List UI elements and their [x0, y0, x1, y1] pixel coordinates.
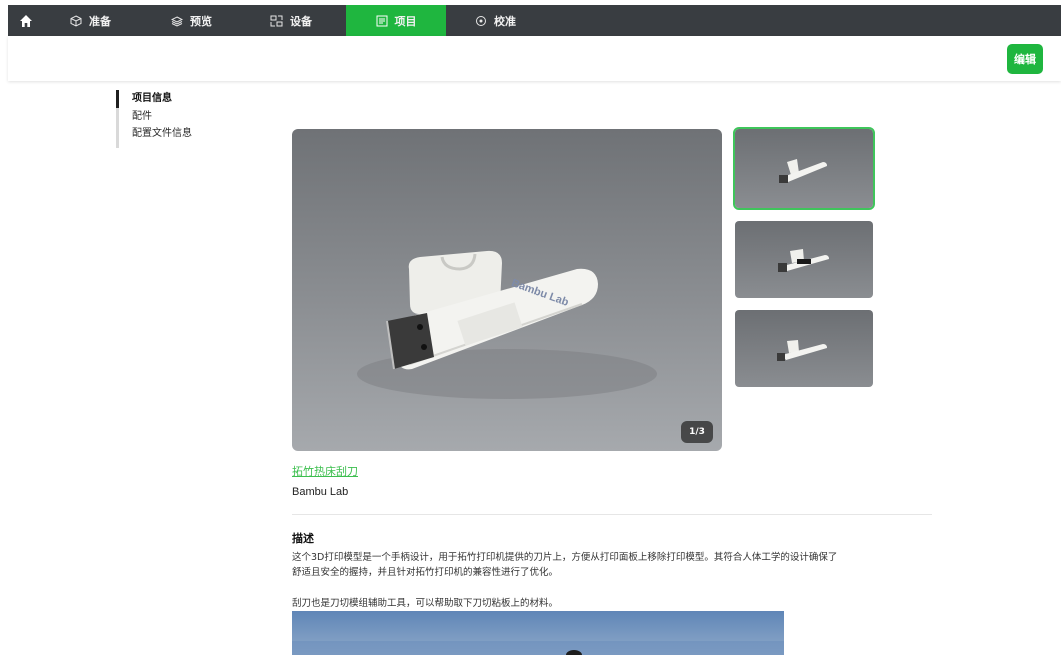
- thumbnail-3[interactable]: [735, 310, 873, 387]
- calibrate-icon: [476, 15, 486, 26]
- description-paragraph-2: 刮刀也是刀切模组辅助工具，可以帮助取下刀切粘板上的材料。: [292, 598, 559, 609]
- project-toolbar: [8, 36, 1061, 81]
- description-line-2: 舒适且安全的握持，并且针对拓竹打印机的兼容性进行了优化。: [292, 567, 559, 578]
- image-counter: 1/3: [681, 421, 713, 443]
- description-line-1: 这个3D打印模型是一个手柄设计，用于拓竹打印机提供的刀片上，方便从打印面板上移除…: [292, 552, 838, 563]
- description-heading: 描述: [292, 532, 314, 545]
- home-button[interactable]: [8, 5, 44, 36]
- tab-label: 设备: [290, 14, 312, 28]
- tab-prepare[interactable]: 准备: [70, 5, 111, 36]
- tab-calibrate[interactable]: 校准: [475, 5, 516, 36]
- tab-device[interactable]: 设备: [270, 5, 312, 36]
- thumbnail-1[interactable]: [733, 127, 875, 210]
- description-photo: [292, 641, 784, 655]
- scraper-photo: [357, 250, 657, 399]
- tab-project[interactable]: 项目: [346, 5, 446, 36]
- edit-button[interactable]: 编辑: [1007, 44, 1043, 74]
- project-author[interactable]: Bambu Lab: [292, 486, 348, 498]
- project-icon: [376, 15, 387, 26]
- scraper-thumbnail: [779, 159, 827, 183]
- tab-label: 预览: [190, 14, 212, 28]
- tab-label: 准备: [89, 14, 111, 28]
- cube-icon: [70, 14, 82, 27]
- project-side-nav: 项目信息 配件 配置文件信息: [116, 90, 226, 148]
- nav-item-profile-info[interactable]: 配置文件信息: [119, 127, 226, 140]
- scraper-thumbnail: [777, 340, 827, 361]
- section-divider: [292, 514, 932, 515]
- thumbnail-2[interactable]: [735, 221, 873, 298]
- tab-preview[interactable]: 预览: [171, 5, 212, 36]
- device-icon: [270, 15, 283, 26]
- project-title-link[interactable]: 拓竹热床刮刀: [292, 463, 358, 479]
- description-image: [292, 611, 784, 655]
- layers-icon: [171, 15, 183, 27]
- top-nav-bar: 准备 预览 设备 项目 校准: [8, 5, 1061, 36]
- active-nav-marker: [116, 90, 119, 108]
- nav-item-project-info[interactable]: 项目信息: [119, 92, 226, 106]
- scraper-thumbnail: [778, 249, 829, 272]
- nav-item-accessories[interactable]: 配件: [119, 110, 226, 123]
- home-icon: [20, 14, 32, 27]
- tab-label: 校准: [494, 14, 516, 28]
- main-product-image[interactable]: Bambu Lab: [292, 129, 722, 451]
- tab-label: 项目: [394, 14, 417, 28]
